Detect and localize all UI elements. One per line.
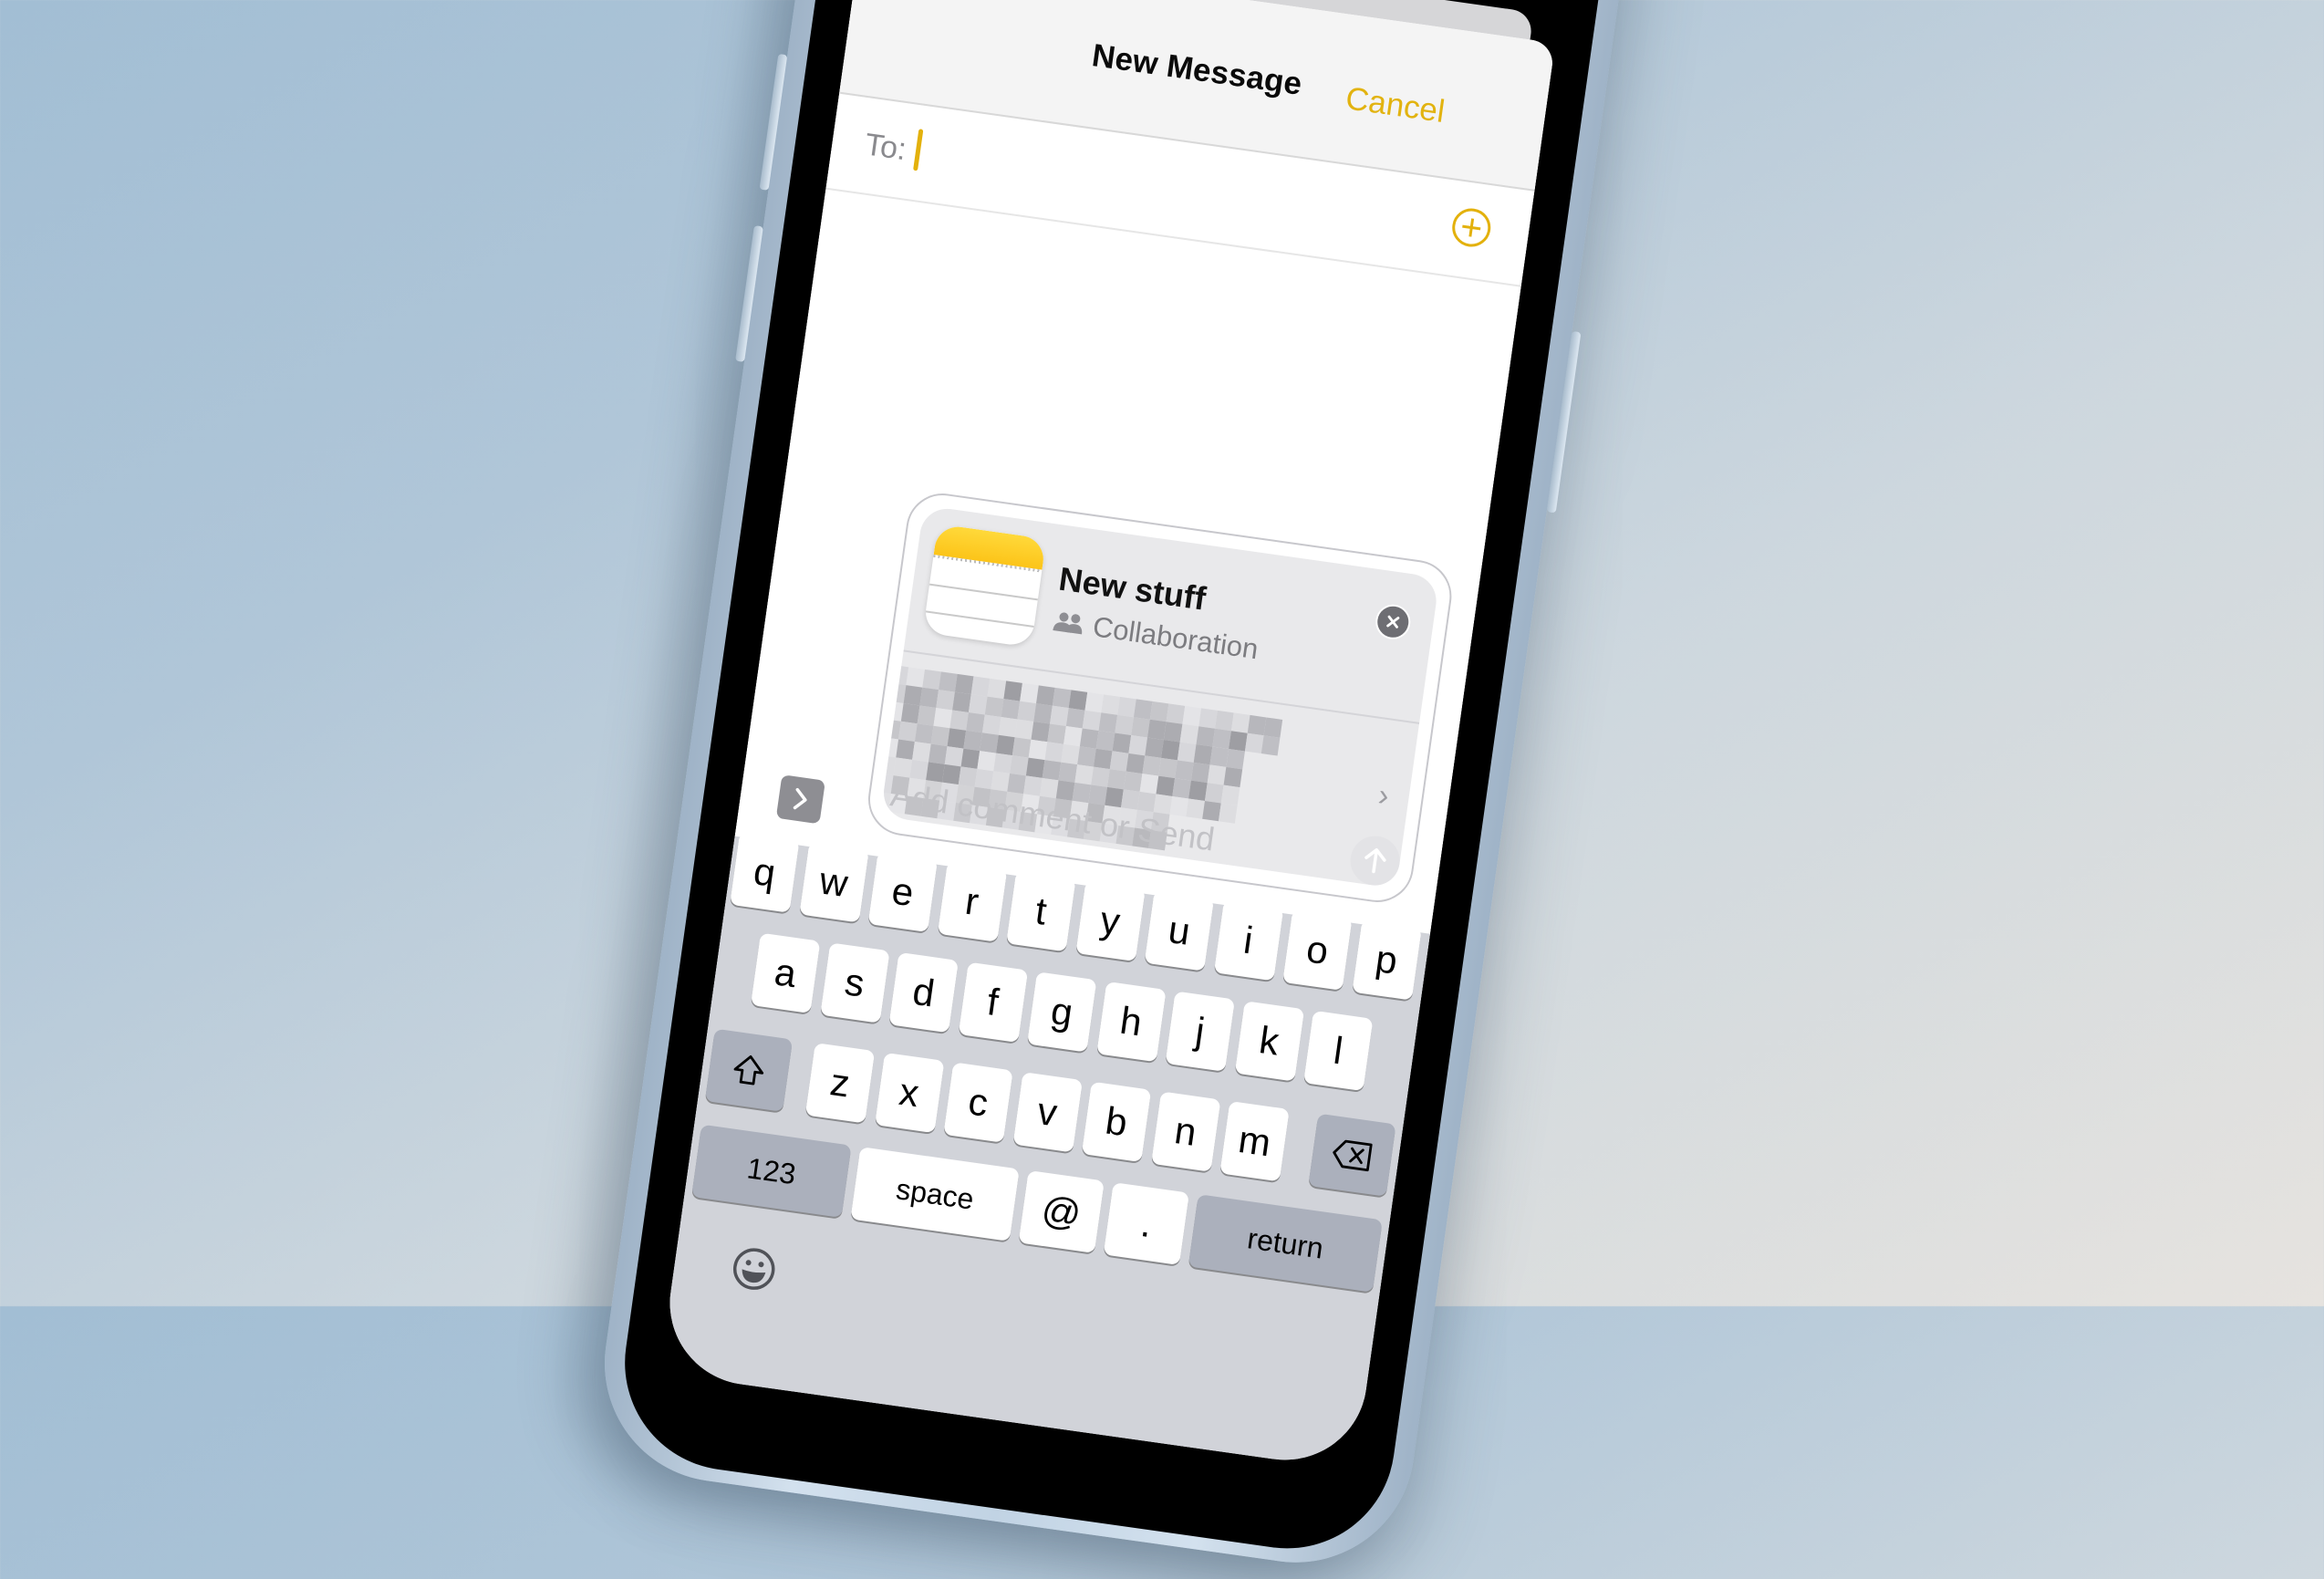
to-label: To:	[862, 127, 909, 168]
keyboard: 123 space @ . return qwertyuiop asdfghjkl…	[659, 832, 1431, 1470]
return-key[interactable]: return	[1188, 1194, 1383, 1293]
chevron-right-icon	[793, 787, 807, 810]
key-u[interactable]: u	[1144, 890, 1215, 971]
key-g[interactable]: g	[1026, 971, 1097, 1053]
redacted-pixel	[1263, 717, 1283, 738]
emoji-button[interactable]	[728, 1243, 779, 1294]
people-icon	[1053, 612, 1083, 635]
key-b[interactable]: b	[1081, 1081, 1152, 1163]
key-t[interactable]: t	[1006, 870, 1076, 952]
period-key[interactable]: .	[1103, 1182, 1189, 1265]
key-c[interactable]: c	[943, 1062, 1013, 1143]
close-icon	[1386, 615, 1400, 628]
redacted-pixel	[1226, 749, 1245, 770]
numbers-key[interactable]: 123	[691, 1124, 852, 1218]
message-composer: New stuff Collaboration › Add comment or…	[863, 488, 1457, 908]
emoji-icon	[732, 1248, 775, 1290]
key-j[interactable]: j	[1165, 991, 1235, 1072]
at-key[interactable]: @	[1018, 1169, 1105, 1253]
arrow-up-icon	[1364, 847, 1386, 874]
key-x[interactable]: x	[874, 1052, 945, 1134]
key-m[interactable]: m	[1219, 1100, 1290, 1182]
remove-attachment-button[interactable]	[1373, 602, 1413, 642]
key-s[interactable]: s	[819, 942, 890, 1023]
redacted-pixel	[1261, 735, 1281, 756]
key-w[interactable]: w	[798, 841, 869, 923]
key-k[interactable]: k	[1234, 1001, 1304, 1082]
key-r[interactable]: r	[937, 861, 1007, 942]
card-chevron-icon: ›	[1375, 777, 1392, 814]
key-p[interactable]: p	[1351, 919, 1422, 1001]
redacted-pixel	[1223, 766, 1243, 788]
delete-key[interactable]	[1308, 1113, 1396, 1197]
key-y[interactable]: y	[1074, 880, 1146, 961]
iphone: New Message Cancel To: New stuff Collabo…	[589, 0, 1643, 1578]
expand-apps-button[interactable]	[775, 774, 825, 825]
key-z[interactable]: z	[804, 1043, 876, 1124]
shift-key[interactable]	[704, 1028, 794, 1112]
key-n[interactable]: n	[1150, 1091, 1221, 1172]
key-h[interactable]: h	[1095, 981, 1167, 1063]
text-cursor	[913, 129, 924, 171]
card-subtitle-text: Collaboration	[1090, 610, 1261, 666]
key-l[interactable]: l	[1302, 1010, 1374, 1092]
key-v[interactable]: v	[1012, 1072, 1083, 1153]
redacted-pixel	[1220, 784, 1240, 805]
shift-icon	[733, 1054, 764, 1086]
plus-circle-icon[interactable]	[1449, 205, 1493, 250]
key-o[interactable]: o	[1282, 909, 1353, 991]
key-a[interactable]: a	[750, 932, 821, 1014]
delete-icon	[1333, 1139, 1373, 1172]
key-d[interactable]: d	[888, 951, 959, 1034]
key-f[interactable]: f	[958, 961, 1028, 1043]
key-q[interactable]: q	[730, 832, 800, 913]
notes-app-icon	[922, 524, 1047, 648]
key-e[interactable]: e	[867, 851, 939, 933]
card-subtitle: Collaboration	[1051, 605, 1261, 666]
space-key[interactable]: space	[850, 1147, 1020, 1241]
key-i[interactable]: i	[1213, 899, 1283, 982]
redacted-pixel	[1218, 803, 1238, 824]
